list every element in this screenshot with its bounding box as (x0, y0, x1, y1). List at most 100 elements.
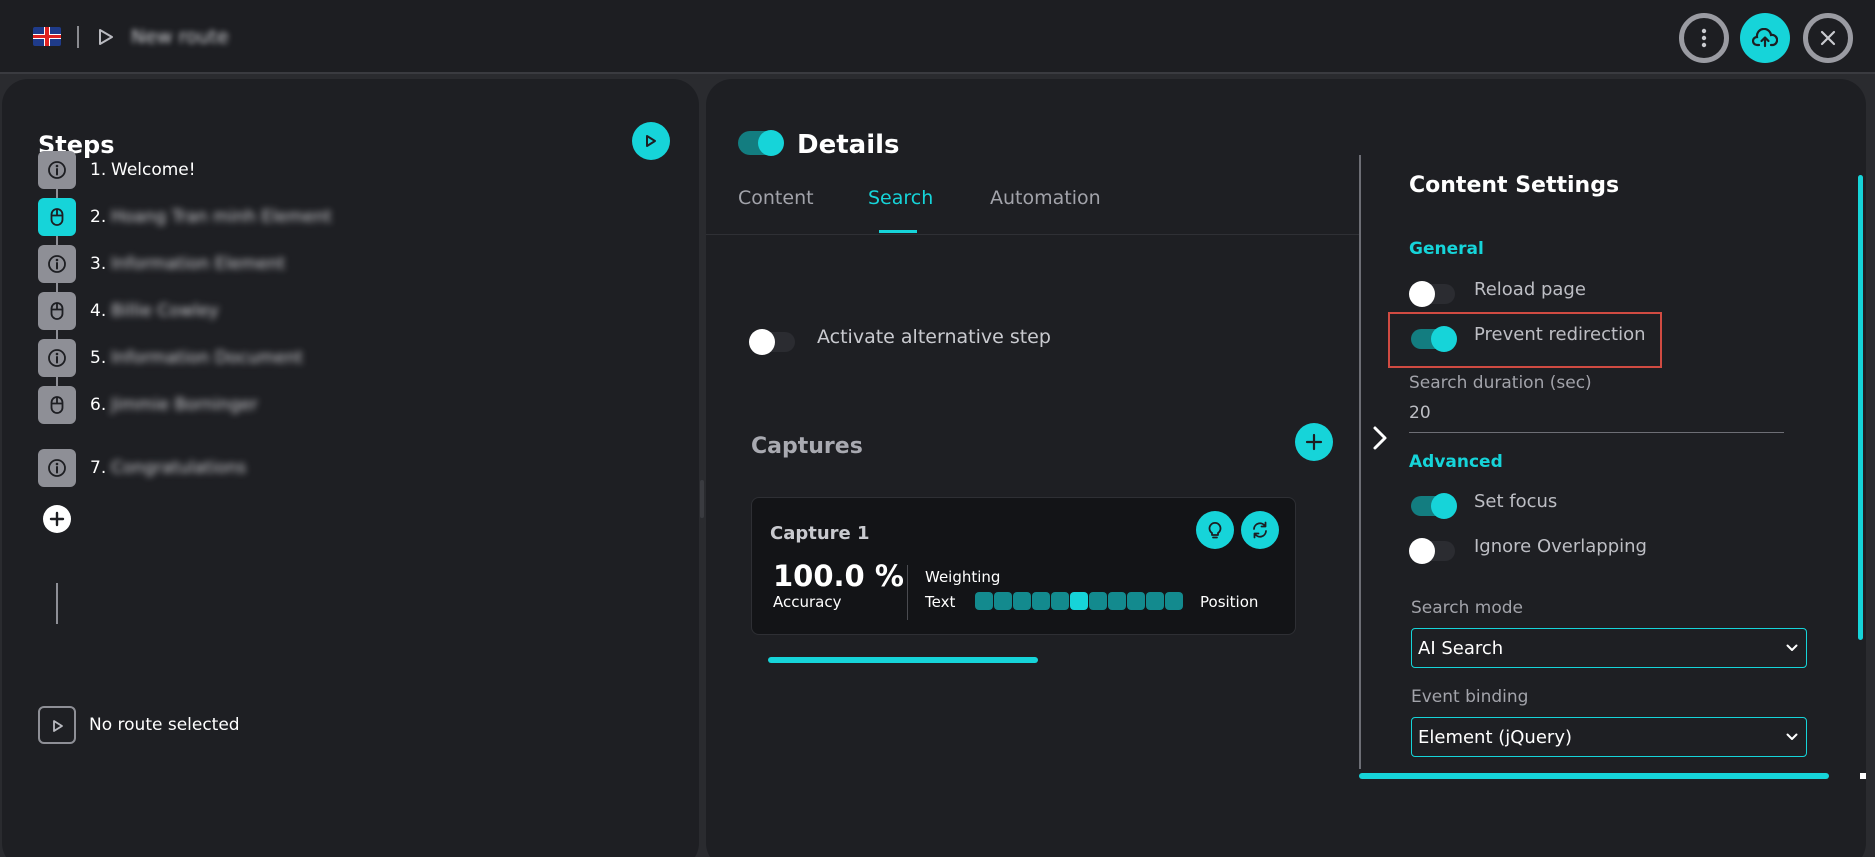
general-section-label: General (1409, 239, 1484, 259)
step-label: Hoang Tran minh Element (111, 207, 332, 227)
top-bar: New route (0, 0, 1875, 74)
route-title[interactable]: New route (131, 26, 229, 48)
step-number: 2. (90, 207, 107, 227)
play-icon (53, 720, 63, 732)
more-vertical-icon (1701, 28, 1707, 48)
divider (907, 565, 908, 620)
reload-page-toggle[interactable] (1409, 281, 1455, 307)
weighting-slider-segment[interactable] (975, 592, 993, 610)
step-type-badge (38, 292, 76, 330)
input-underline (1409, 432, 1784, 433)
search-mode-select[interactable]: AI Search (1411, 628, 1807, 668)
search-mode-label: Search mode (1411, 598, 1524, 618)
captures-title: Captures (751, 434, 863, 459)
weighting-slider-segment[interactable] (1108, 592, 1126, 610)
weighting-position-label: Position (1200, 593, 1259, 611)
weighting-slider-thumb[interactable] (1070, 592, 1088, 610)
divider (77, 26, 79, 48)
plus-icon (49, 511, 65, 527)
weighting-slider-segment[interactable] (1165, 592, 1183, 610)
step-label: Congratulations (111, 458, 247, 478)
step-type-badge (38, 449, 76, 487)
search-mode-value: AI Search (1418, 638, 1504, 659)
chevron-right-icon[interactable] (1371, 425, 1389, 451)
weighting-slider-segment[interactable] (1089, 592, 1107, 610)
event-binding-label: Event binding (1411, 687, 1529, 707)
details-title: Details (797, 130, 900, 160)
weighting-slider-segment[interactable] (994, 592, 1012, 610)
add-capture-button[interactable] (1295, 423, 1333, 461)
tab-content[interactable]: Content (738, 187, 814, 209)
ignore-overlapping-label: Ignore Overlapping (1474, 536, 1647, 557)
details-panel: Details Content Search Automation Activa… (706, 79, 1866, 857)
weighting-text-label: Text (925, 593, 956, 611)
step-label: Information Element (111, 254, 286, 274)
next-route-selector[interactable] (38, 706, 76, 744)
step-connector (56, 188, 58, 198)
details-enabled-toggle[interactable] (738, 130, 784, 156)
step-type-badge (38, 386, 76, 424)
add-step-button[interactable] (43, 505, 71, 533)
info-icon (48, 349, 66, 367)
content-settings-title: Content Settings (1409, 173, 1620, 198)
step-number: 1. (90, 160, 107, 180)
accuracy-value: 100.0 % (773, 559, 904, 593)
step-type-badge (38, 198, 76, 236)
weighting-slider-segment[interactable] (1032, 592, 1050, 610)
advanced-section-label: Advanced (1409, 452, 1503, 472)
no-route-label: No route selected (89, 715, 240, 735)
mouse-icon (50, 208, 64, 226)
uk-flag-icon[interactable] (33, 27, 61, 46)
set-focus-toggle[interactable] (1411, 493, 1457, 519)
info-icon (48, 161, 66, 179)
close-icon (1820, 30, 1836, 46)
step-number: 4. (90, 301, 107, 321)
close-button[interactable] (1803, 13, 1853, 63)
weighting-slider[interactable] (975, 592, 1183, 610)
scrollbar-corner (1860, 773, 1866, 779)
settings-divider (1359, 155, 1361, 769)
info-icon (48, 255, 66, 273)
more-options-button[interactable] (1679, 13, 1729, 63)
weighting-slider-segment[interactable] (1146, 592, 1164, 610)
step-type-badge (38, 151, 76, 189)
step-label: Welcome! (111, 160, 196, 180)
panel-resize-handle[interactable] (700, 480, 704, 518)
search-duration-label: Search duration (sec) (1409, 373, 1592, 393)
alternative-step-toggle[interactable] (749, 329, 795, 355)
chevron-down-icon (1786, 644, 1798, 651)
step-connector (56, 235, 58, 245)
plus-icon (1305, 433, 1323, 451)
tab-automation[interactable]: Automation (990, 187, 1101, 209)
step-number: 5. (90, 348, 107, 368)
play-icon (646, 135, 656, 147)
step-number: 7. (90, 458, 107, 478)
ignore-overlapping-toggle[interactable] (1409, 538, 1455, 564)
weighting-slider-segment[interactable] (1127, 592, 1145, 610)
weighting-slider-segment[interactable] (1013, 592, 1031, 610)
event-binding-select[interactable]: Element (jQuery) (1411, 717, 1807, 757)
step-connector (56, 376, 58, 386)
set-focus-label: Set focus (1474, 491, 1558, 512)
step-number: 6. (90, 395, 107, 415)
divider (706, 234, 1359, 235)
vertical-scrollbar[interactable] (1858, 175, 1863, 640)
weighting-slider-segment[interactable] (1051, 592, 1069, 610)
capture-card[interactable]: Capture 1 100.0 % Accuracy Weighting Tex… (751, 497, 1296, 635)
tab-search[interactable]: Search (868, 187, 933, 209)
capture-refresh-button[interactable] (1241, 511, 1279, 549)
horizontal-scrollbar[interactable] (1359, 773, 1829, 779)
capture-hint-button[interactable] (1196, 511, 1234, 549)
prevent-redirection-toggle[interactable] (1411, 326, 1457, 352)
play-icon[interactable] (98, 28, 114, 46)
play-route-button[interactable] (632, 122, 670, 160)
save-route-button[interactable] (1740, 13, 1790, 63)
step-connector (56, 583, 58, 621)
alternative-step-label: Activate alternative step (817, 326, 1051, 348)
search-duration-input[interactable]: 20 (1409, 403, 1431, 423)
prevent-redirection-label: Prevent redirection (1474, 324, 1646, 345)
step-label: Billie Cowley (111, 301, 219, 321)
lightbulb-icon (1208, 522, 1222, 539)
mouse-icon (50, 302, 64, 320)
weighting-label: Weighting (925, 568, 1001, 586)
